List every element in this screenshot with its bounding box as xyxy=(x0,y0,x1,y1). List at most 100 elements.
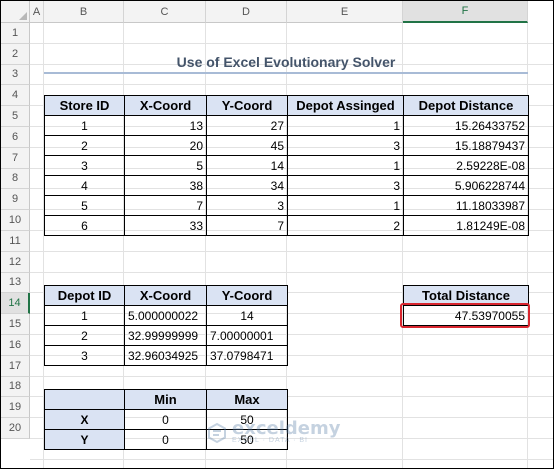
header-x-coord: X-Coord xyxy=(124,95,207,116)
cell[interactable]: 5 xyxy=(44,195,125,216)
cell[interactable]: 7 xyxy=(206,215,288,236)
row-header-9[interactable]: 9 xyxy=(1,189,30,211)
cell[interactable]: 2.59228E-08 xyxy=(403,155,529,176)
column-header-b[interactable]: B xyxy=(44,1,124,23)
cell[interactable]: 14 xyxy=(206,155,288,176)
row-header-18[interactable]: 18 xyxy=(1,376,30,398)
row-header-7[interactable]: 7 xyxy=(1,147,30,169)
row-header-11[interactable]: 11 xyxy=(1,231,30,252)
cell[interactable]: 0 xyxy=(124,409,207,430)
cell[interactable]: 14 xyxy=(206,305,288,326)
column-header-e[interactable]: E xyxy=(287,1,403,23)
row-header-3[interactable]: 3 xyxy=(1,64,30,86)
cell[interactable]: 2 xyxy=(287,215,404,236)
cell[interactable]: 15.18879437 xyxy=(403,135,529,156)
gridline-row xyxy=(30,271,553,273)
cell[interactable]: 20 xyxy=(124,135,207,156)
cell[interactable]: 7.00000001 xyxy=(206,325,288,346)
cell[interactable]: 3 xyxy=(206,195,288,216)
select-all-corner[interactable] xyxy=(1,1,30,23)
row-label-x: X xyxy=(44,409,125,430)
row-header-1[interactable]: 1 xyxy=(1,23,30,44)
active-cell-highlight xyxy=(400,303,530,328)
cell[interactable]: 32.96034925 xyxy=(124,345,207,366)
cell[interactable]: 7 xyxy=(124,195,207,216)
column-header-a[interactable]: A xyxy=(30,1,44,23)
header-blank xyxy=(44,389,125,410)
title-underline xyxy=(44,72,528,74)
cell[interactable]: 1 xyxy=(287,115,404,136)
gridline-column xyxy=(527,23,528,468)
cell[interactable]: 3 xyxy=(44,345,125,366)
header-max: Max xyxy=(206,389,288,410)
cell[interactable]: 33 xyxy=(124,215,207,236)
cell[interactable]: 37.0798471 xyxy=(206,345,288,366)
row-header-10[interactable]: 10 xyxy=(1,210,30,231)
spreadsheet-window: A B C D E F 1 2 3 4 5 6 7 8 9 10 11 12 13 14 15 16 17 18 1… xyxy=(0,0,554,469)
cell[interactable]: 11.18033987 xyxy=(403,195,529,216)
header-depot-distance: Depot Distance xyxy=(403,95,529,116)
header-y-coord: Y-Coord xyxy=(206,285,288,306)
row-header-16[interactable]: 16 xyxy=(1,335,30,356)
cell[interactable]: 1 xyxy=(287,195,404,216)
row-header-13[interactable]: 13 xyxy=(1,272,30,294)
cell[interactable]: 1.81249E-08 xyxy=(403,215,529,236)
gridline-row xyxy=(30,375,553,377)
gridline-column xyxy=(402,23,403,468)
cell[interactable]: 1 xyxy=(287,155,404,176)
row-header-12[interactable]: 12 xyxy=(1,251,30,273)
table-row: 2 32.99999999 7.00000001 xyxy=(44,325,288,346)
store-table-header: Store ID X-Coord Y-Coord Depot Assinged … xyxy=(44,95,529,116)
store-table: Store ID X-Coord Y-Coord Depot Assinged … xyxy=(44,95,529,236)
cell[interactable]: 45 xyxy=(206,135,288,156)
header-x-coord: X-Coord xyxy=(124,285,207,306)
table-row: 5 7 3 1 11.18033987 xyxy=(44,195,529,216)
cell[interactable]: 4 xyxy=(44,175,125,196)
cell[interactable]: 1 xyxy=(44,305,125,326)
limits-table-header: Min Max xyxy=(44,389,288,410)
cell[interactable]: 15.26433752 xyxy=(403,115,529,136)
cell[interactable]: 6 xyxy=(44,215,125,236)
cell[interactable]: 2 xyxy=(44,135,125,156)
row-header-5[interactable]: 5 xyxy=(1,106,30,127)
cell[interactable]: 3 xyxy=(44,155,125,176)
cell[interactable]: 38 xyxy=(124,175,207,196)
column-header-d[interactable]: D xyxy=(206,1,287,23)
row-header-20[interactable]: 20 xyxy=(1,418,30,439)
row-header-14[interactable]: 14 xyxy=(1,293,30,315)
column-header-c[interactable]: C xyxy=(124,1,206,23)
row-header-8[interactable]: 8 xyxy=(1,168,30,190)
header-min: Min xyxy=(124,389,207,410)
row-header-2[interactable]: 2 xyxy=(1,43,30,65)
cell[interactable]: 5 xyxy=(124,155,207,176)
row-header-17[interactable]: 17 xyxy=(1,355,30,377)
table-row: 1 13 27 1 15.26433752 xyxy=(44,115,529,136)
cell[interactable]: 32.99999999 xyxy=(124,325,207,346)
cell[interactable]: 5.000000022 xyxy=(124,305,207,326)
row-header-19[interactable]: 19 xyxy=(1,397,30,419)
cell[interactable]: 34 xyxy=(206,175,288,196)
cell[interactable]: 2 xyxy=(44,325,125,346)
header-y-coord: Y-Coord xyxy=(206,95,288,116)
table-row: 2 20 45 3 15.18879437 xyxy=(44,135,529,156)
table-row: 3 5 14 1 2.59228E-08 xyxy=(44,155,529,176)
table-row: 6 33 7 2 1.81249E-08 xyxy=(44,215,529,236)
header-store-id: Store ID xyxy=(44,95,125,116)
watermark-name: exceldemy xyxy=(232,418,341,439)
row-header-4[interactable]: 4 xyxy=(1,85,30,107)
table-row: 1 5.000000022 14 xyxy=(44,305,288,326)
cell[interactable]: 0 xyxy=(124,429,207,450)
gridline-row xyxy=(30,458,553,460)
cell[interactable]: 27 xyxy=(206,115,288,136)
watermark: exceldemy EXCEL · DATA · BI xyxy=(206,418,341,444)
cell[interactable]: 3 xyxy=(287,135,404,156)
row-header-6[interactable]: 6 xyxy=(1,127,30,148)
cell[interactable]: 5.906228744 xyxy=(403,175,529,196)
row-header-15[interactable]: 15 xyxy=(1,314,30,335)
header-depot-id: Depot ID xyxy=(44,285,125,306)
cell[interactable]: 13 xyxy=(124,115,207,136)
depot-table-header: Depot ID X-Coord Y-Coord xyxy=(44,285,288,306)
cell[interactable]: 1 xyxy=(44,115,125,136)
column-header-f[interactable]: F xyxy=(403,1,528,23)
cell[interactable]: 3 xyxy=(287,175,404,196)
